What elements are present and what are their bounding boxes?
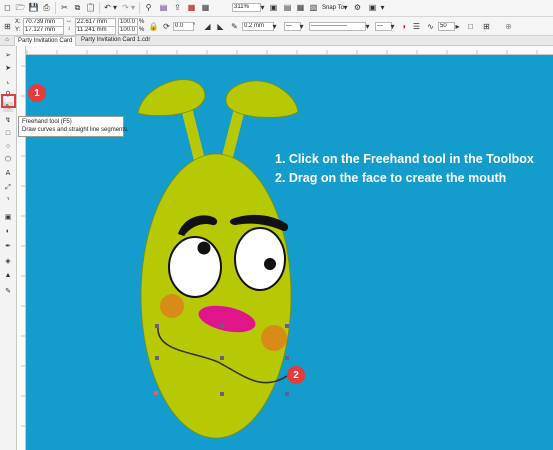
polygon-tool-icon[interactable]: ⬡ [3,154,13,164]
selection-handle [285,324,289,328]
creature-illustration [137,79,299,439]
pick-tool-icon[interactable]: ➢ [3,50,13,60]
smart-drawing-icon[interactable]: ↯ [3,115,13,125]
right-antenna-top [225,80,299,118]
step-badge-2: 2 [287,366,305,384]
instruction-step-1: 1. Click on the Freehand tool in the Too… [275,152,534,166]
shape-tool-icon[interactable]: ➤ [3,63,13,73]
selection-handle [220,324,224,328]
left-antenna-top [137,79,206,116]
selection-handle [285,356,289,360]
freehand-tool-tooltip: Freehand tool (F5) Draw curves and strai… [18,116,129,137]
smart-fill-icon[interactable]: ▲ [3,270,13,280]
drop-shadow-icon[interactable]: ▣ [3,212,13,222]
left-pupil [197,241,211,255]
selection-handle [220,392,224,396]
outline-pen-icon[interactable]: ✎ [3,286,13,296]
left-eye [168,236,222,298]
tooltip-description: Draw curves and straight line segments. [22,127,129,133]
interactive-fill-icon[interactable]: ◈ [3,256,13,266]
selection-handle [285,392,289,396]
selection-handle [220,356,224,360]
right-eye [234,227,286,291]
right-pupil [264,258,276,270]
parallel-dimension-icon[interactable]: ⤢ [3,182,13,192]
step-badge-1: 1 [28,84,46,102]
selection-handle [155,356,159,360]
curve-start-node [154,391,158,395]
crop-tool-icon[interactable]: ⌞ [3,76,13,86]
tooltip-title: Freehand tool (F5) [22,119,72,125]
transparency-icon[interactable]: ◐ [3,226,13,236]
ellipse-tool-icon[interactable]: ○ [3,141,13,151]
right-cheek [261,325,287,351]
color-eyedropper-icon[interactable]: ✒ [3,241,13,251]
creature-body [140,153,292,439]
selection-handle [155,324,159,328]
freehand-tool-highlight [1,94,16,108]
instruction-step-2: 2. Drag on the face to create the mouth [275,171,507,185]
connector-tool-icon[interactable]: ⌝ [3,196,13,206]
text-tool-icon[interactable]: A [3,168,13,178]
left-cheek [160,294,184,318]
rectangle-tool-icon[interactable]: □ [3,128,13,138]
